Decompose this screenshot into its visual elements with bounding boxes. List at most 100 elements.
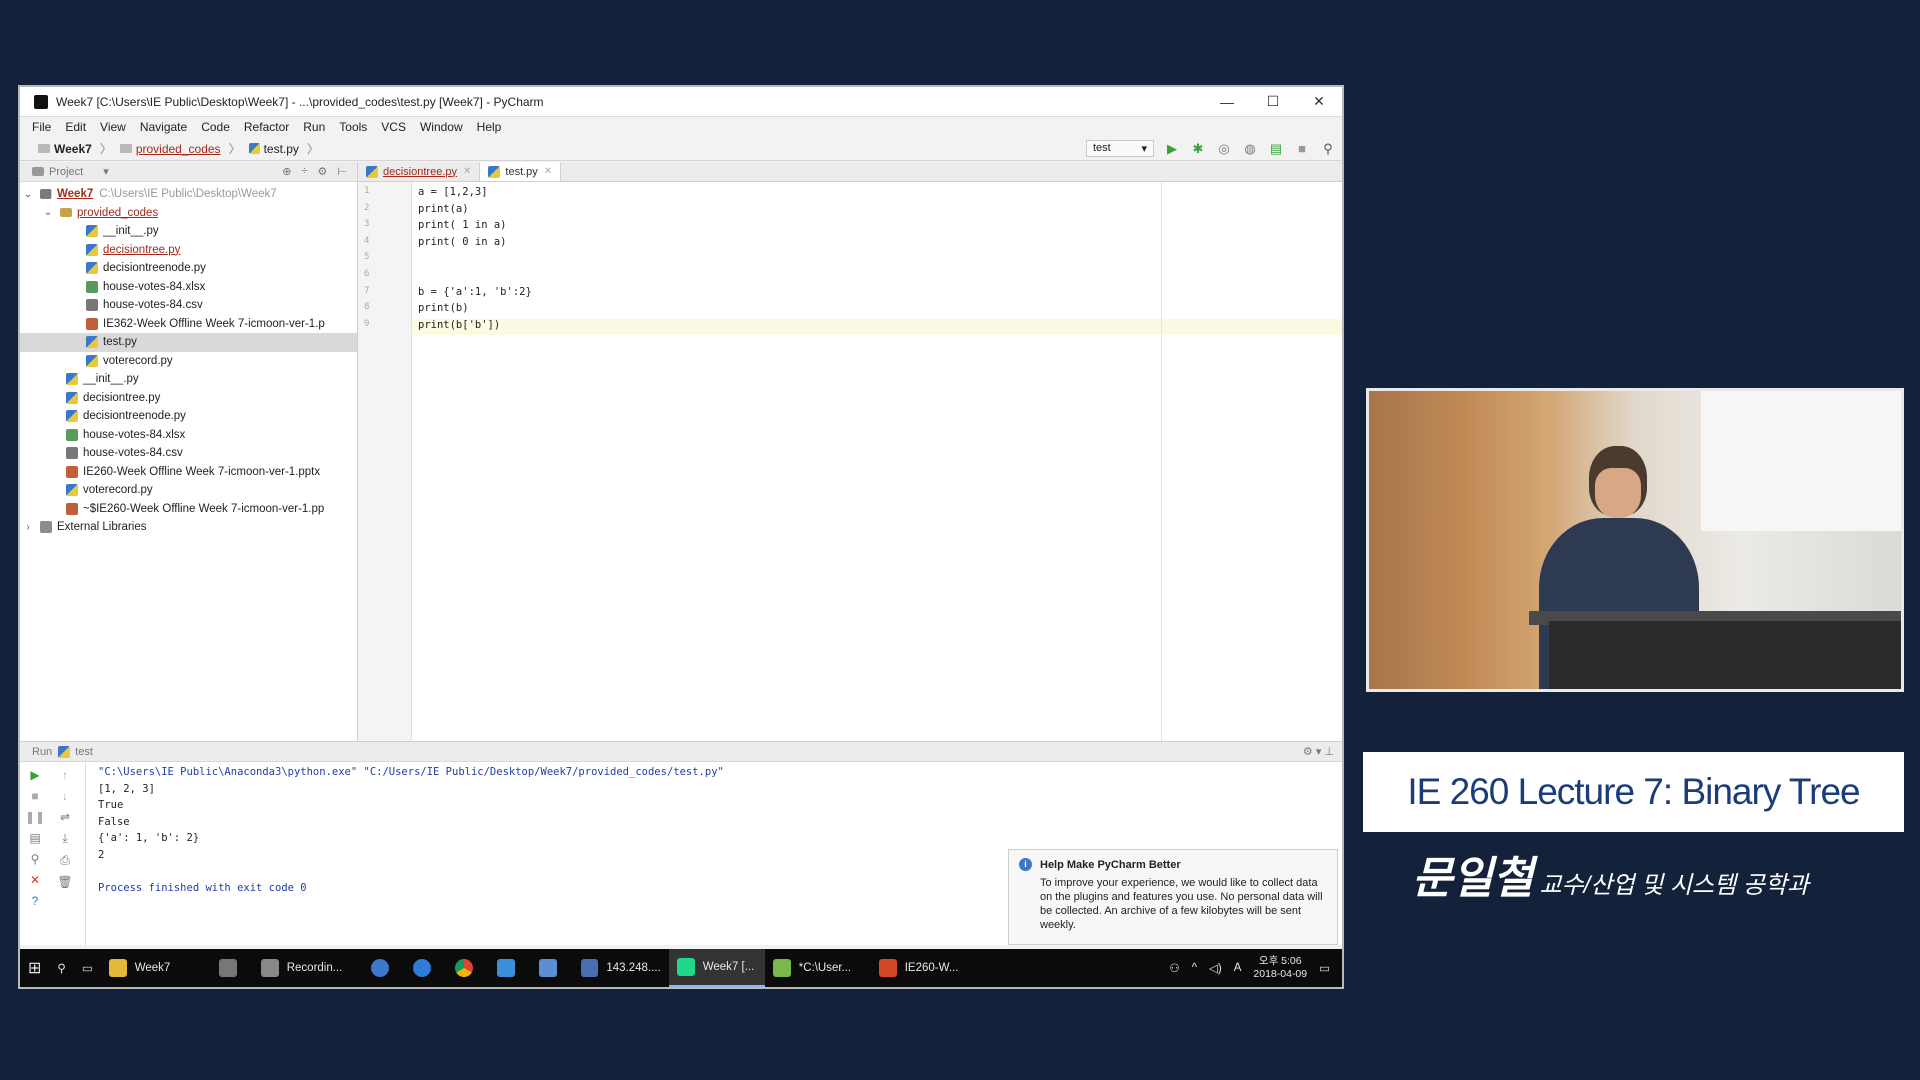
ime-indicator[interactable]: A: [1234, 962, 1242, 974]
code-editor[interactable]: 1 2 3 4 5 6 7 8 9 a = [1,2,3] print(a) p…: [358, 182, 1342, 741]
close-icon[interactable]: ✕: [463, 166, 471, 177]
arrow-up-icon[interactable]: ↑: [62, 768, 68, 782]
project-panel-title[interactable]: Project: [49, 166, 83, 178]
tab-test[interactable]: test.py ✕: [480, 162, 562, 181]
start-button[interactable]: ⊞: [20, 949, 49, 987]
chevron-right-icon[interactable]: ›: [22, 522, 34, 533]
close-button[interactable]: ✕: [1296, 93, 1342, 110]
run-panel-title[interactable]: Run: [32, 746, 52, 758]
tree-item-file[interactable]: __init__.py: [20, 222, 357, 241]
pause-icon[interactable]: ❚❚: [25, 810, 45, 824]
code-line[interactable]: print( 0 in a): [412, 236, 1342, 253]
help-icon[interactable]: ?: [32, 894, 39, 908]
stop-icon[interactable]: ■: [31, 789, 38, 803]
gear-icon[interactable]: ⚙ ▾ ⊥: [1303, 745, 1334, 758]
run-icon[interactable]: ▶: [1164, 141, 1180, 157]
maximize-button[interactable]: ☐: [1250, 93, 1296, 110]
search-icon[interactable]: ⚲: [1320, 141, 1336, 157]
arrow-down-icon[interactable]: ↓: [62, 789, 68, 803]
task-view-button[interactable]: ▭: [74, 949, 101, 987]
tree-item-file[interactable]: decisiontree.py: [20, 241, 357, 260]
tree-item-file[interactable]: house-votes-84.xlsx: [20, 426, 357, 445]
menu-refactor[interactable]: Refactor: [244, 120, 289, 134]
concurrency-icon[interactable]: ▤: [1268, 141, 1284, 157]
code-line-current[interactable]: print(b['b']): [412, 318, 1342, 336]
tree-item-root[interactable]: ⌄ Week7 C:\Users\IE Public\Desktop\Week7: [20, 185, 357, 204]
tree-item-file[interactable]: ~$IE260-Week Offline Week 7-icmoon-ver-1…: [20, 500, 357, 519]
close-icon[interactable]: ✕: [30, 873, 40, 887]
tree-item-file[interactable]: voterecord.py: [20, 481, 357, 500]
tree-item-file[interactable]: IE362-Week Offline Week 7-icmoon-ver-1.p: [20, 315, 357, 334]
tree-item-file-selected[interactable]: test.py: [20, 333, 357, 352]
stop-icon[interactable]: ■: [1294, 141, 1310, 157]
taskbar-item-app[interactable]: [211, 949, 253, 987]
chevron-down-icon[interactable]: ⌄: [42, 207, 54, 218]
taskbar-item-powerpoint[interactable]: IE260-W...: [871, 949, 971, 987]
debug-icon[interactable]: ✱: [1190, 141, 1206, 157]
minimize-button[interactable]: —: [1204, 94, 1250, 110]
code-line[interactable]: a = [1,2,3]: [412, 186, 1342, 203]
taskbar-item-mail[interactable]: [489, 949, 531, 987]
code-line[interactable]: [412, 269, 1342, 286]
chevron-up-icon[interactable]: ^: [1192, 962, 1197, 974]
breadcrumb-folder[interactable]: provided_codes: [119, 142, 221, 156]
chevron-down-icon[interactable]: ▾: [103, 165, 109, 178]
notification-center-icon[interactable]: ▭: [1319, 961, 1330, 975]
run-panel-config[interactable]: test: [75, 746, 93, 758]
run-config-select[interactable]: test ▾: [1086, 140, 1154, 157]
menu-run[interactable]: Run: [303, 120, 325, 134]
tree-item-external-libraries[interactable]: › External Libraries: [20, 518, 357, 537]
code-line[interactable]: print( 1 in a): [412, 219, 1342, 236]
code-line[interactable]: print(a): [412, 203, 1342, 220]
tree-item-file[interactable]: decisiontree.py: [20, 389, 357, 408]
chevron-down-icon[interactable]: ⌄: [22, 189, 34, 200]
sync-icon[interactable]: ⊕: [282, 165, 291, 178]
menu-view[interactable]: View: [100, 120, 126, 134]
breadcrumb-file[interactable]: test.py: [248, 142, 299, 156]
trash-icon[interactable]: 🗑: [57, 875, 72, 889]
run-coverage-icon[interactable]: ◎: [1216, 141, 1232, 157]
people-icon[interactable]: ⚇: [1169, 961, 1179, 975]
menu-navigate[interactable]: Navigate: [140, 120, 187, 134]
tree-item-file[interactable]: decisiontreenode.py: [20, 407, 357, 426]
menu-code[interactable]: Code: [201, 120, 230, 134]
tree-item-file[interactable]: decisiontreenode.py: [20, 259, 357, 278]
menu-edit[interactable]: Edit: [65, 120, 86, 134]
code-line[interactable]: b = {'a':1, 'b':2}: [412, 286, 1342, 303]
taskbar-item-recording[interactable]: Recordin...: [253, 949, 363, 987]
taskbar-item-ie[interactable]: [363, 949, 405, 987]
pin-icon[interactable]: ⚲: [31, 852, 40, 866]
taskbar-item-explorer[interactable]: Week7: [101, 949, 211, 987]
hide-icon[interactable]: ⊢: [337, 165, 347, 178]
menu-tools[interactable]: Tools: [339, 120, 367, 134]
soft-wrap-icon[interactable]: ⇌: [60, 810, 70, 824]
tab-decisiontree[interactable]: decisiontree.py ✕: [358, 162, 481, 181]
taskbar-item-remote[interactable]: 143.248....: [573, 949, 669, 987]
code-line[interactable]: [412, 252, 1342, 269]
tree-item-file[interactable]: house-votes-84.csv: [20, 444, 357, 463]
notification-popup[interactable]: i Help Make PyCharm Better To improve yo…: [1008, 849, 1338, 945]
menu-file[interactable]: File: [32, 120, 51, 134]
tree-item-file[interactable]: voterecord.py: [20, 352, 357, 371]
code-line[interactable]: print(b): [412, 302, 1342, 319]
search-button[interactable]: ⚲: [49, 949, 73, 987]
menu-window[interactable]: Window: [420, 120, 463, 134]
volume-icon[interactable]: ◁): [1209, 961, 1222, 975]
menu-vcs[interactable]: VCS: [381, 120, 406, 134]
clock[interactable]: 오후 5:06 2018-04-09: [1253, 955, 1307, 981]
taskbar-item-vs[interactable]: [531, 949, 573, 987]
scroll-to-end-icon[interactable]: ⤓: [62, 831, 67, 846]
print-icon[interactable]: ⎙: [60, 853, 70, 868]
close-icon[interactable]: ✕: [544, 166, 552, 177]
breadcrumb-project[interactable]: Week7: [38, 142, 92, 156]
menu-help[interactable]: Help: [477, 120, 502, 134]
tree-item-file[interactable]: IE260-Week Offline Week 7-icmoon-ver-1.p…: [20, 463, 357, 482]
taskbar-item-chrome[interactable]: [447, 949, 489, 987]
taskbar-item-pycharm[interactable]: Week7 [...: [668, 949, 765, 987]
taskbar-item-notepad[interactable]: *C:\User...: [765, 949, 871, 987]
rerun-icon[interactable]: ▶: [30, 768, 39, 782]
tree-item-file[interactable]: house-votes-84.xlsx: [20, 278, 357, 297]
tree-item-file[interactable]: __init__.py: [20, 370, 357, 389]
collapse-icon[interactable]: ÷: [301, 165, 307, 178]
taskbar-item-edge[interactable]: [405, 949, 447, 987]
